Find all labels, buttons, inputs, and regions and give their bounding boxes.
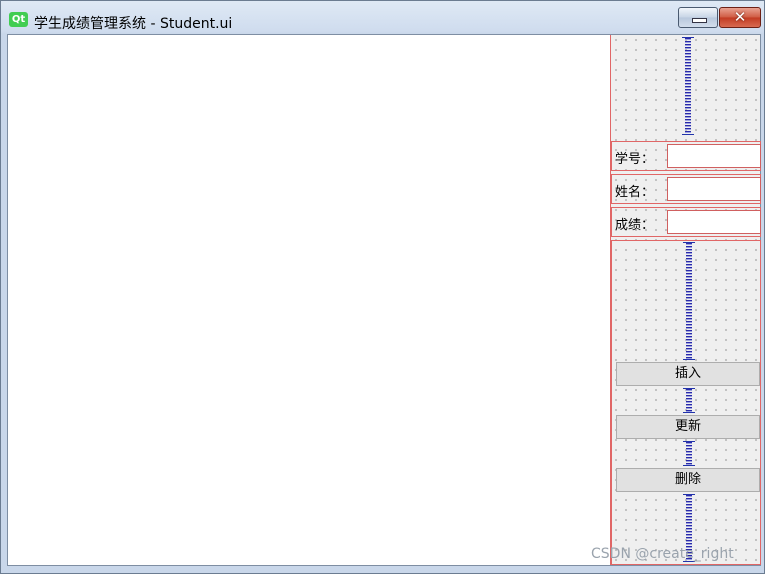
student-id-label: 学号： xyxy=(615,152,655,167)
score-input[interactable] xyxy=(667,210,761,234)
main-window: Qt 学生成绩管理系统 - Student.ui ✕ 学号： 姓名： 成绩： 插… xyxy=(0,0,765,574)
minimize-icon xyxy=(692,18,707,23)
close-icon: ✕ xyxy=(733,8,747,26)
insert-button[interactable]: 插入 xyxy=(616,362,760,386)
name-input[interactable] xyxy=(667,177,761,201)
score-row: 成绩： xyxy=(611,207,761,237)
student-table-view[interactable] xyxy=(8,35,610,565)
vertical-spacer-upper xyxy=(683,242,695,360)
student-id-input[interactable] xyxy=(667,144,761,168)
buttons-layout: 插入 更新 删除 xyxy=(611,240,761,565)
delete-button[interactable]: 删除 xyxy=(616,468,760,492)
vertical-spacer-mid2 xyxy=(683,441,695,466)
vertical-spacer-top xyxy=(682,37,694,135)
vertical-spacer-mid1 xyxy=(683,388,695,413)
watermark-text: CSDN @create_right xyxy=(591,546,734,562)
qt-app-icon: Qt xyxy=(9,12,28,27)
name-row: 姓名： xyxy=(611,174,761,204)
title-bar[interactable]: Qt 学生成绩管理系统 - Student.ui ✕ xyxy=(1,1,764,34)
side-form-panel: 学号： 姓名： 成绩： 插入 更新 删除 xyxy=(610,35,761,565)
minimize-button[interactable] xyxy=(678,7,718,28)
score-label: 成绩： xyxy=(615,218,655,233)
close-button[interactable]: ✕ xyxy=(719,7,761,28)
name-label: 姓名： xyxy=(615,185,655,200)
central-widget: 学号： 姓名： 成绩： 插入 更新 删除 xyxy=(7,34,761,566)
update-button[interactable]: 更新 xyxy=(616,415,760,439)
window-title: 学生成绩管理系统 - Student.ui xyxy=(34,16,233,32)
student-id-row: 学号： xyxy=(611,141,761,171)
